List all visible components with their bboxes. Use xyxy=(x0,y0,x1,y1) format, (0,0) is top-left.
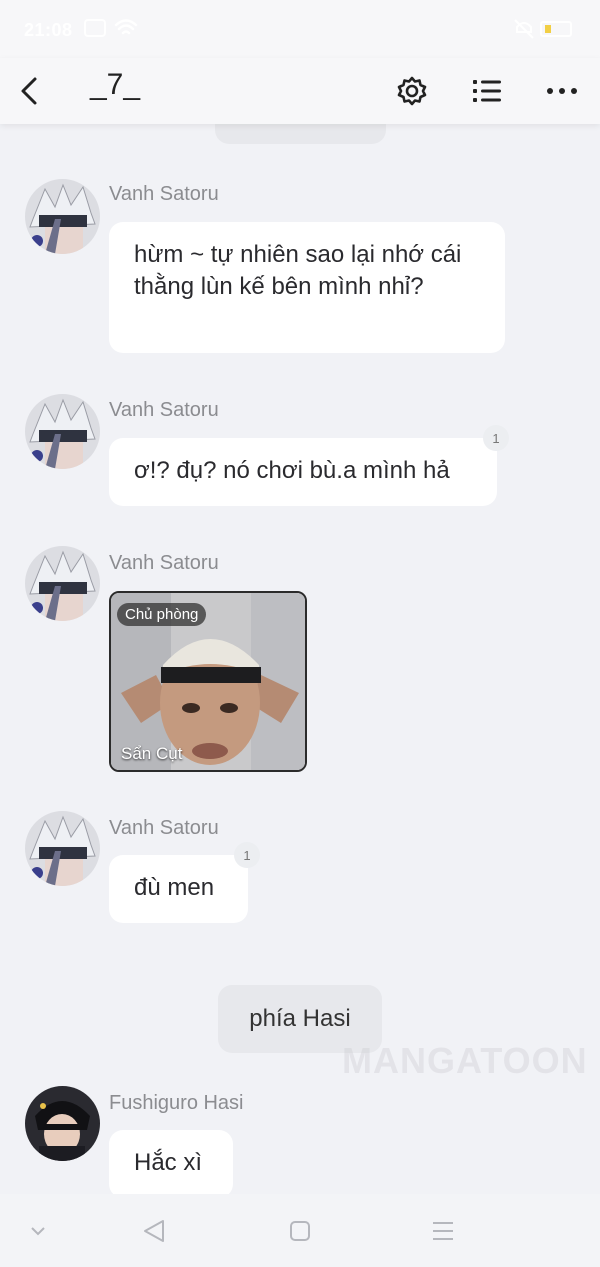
battery-icon xyxy=(540,21,572,37)
owner-tag: Chủ phòng xyxy=(117,603,207,626)
avatar[interactable] xyxy=(25,546,100,621)
message-bubble[interactable]: Hắc xì xyxy=(109,1130,233,1194)
status-time: 21:08 xyxy=(24,20,73,40)
avatar[interactable] xyxy=(25,179,100,254)
message-bubble[interactable]: ơ!? đụ? nó chơi bù.a mình hả xyxy=(109,438,497,506)
read-count-badge: 1 xyxy=(234,842,260,868)
partial-message-bubble xyxy=(215,124,386,144)
nav-menu-icon xyxy=(433,1222,453,1240)
sender-name: Vanh Satoru xyxy=(109,817,219,839)
chat-title: _7_ xyxy=(90,68,141,101)
chevron-down-icon xyxy=(31,1227,45,1236)
nav-menu-button[interactable] xyxy=(423,1214,463,1248)
system-nav-bar xyxy=(0,1194,600,1267)
hide-nav-button[interactable] xyxy=(18,1214,58,1248)
wifi-icon xyxy=(114,19,138,35)
sender-name: Vanh Satoru xyxy=(109,399,219,421)
nav-back-icon xyxy=(144,1220,164,1242)
sender-name: Fushiguro Hasi xyxy=(109,1092,244,1114)
sender-name: Vanh Satoru xyxy=(109,183,219,205)
nav-home-button[interactable] xyxy=(280,1214,320,1248)
notification-icon xyxy=(84,19,106,37)
chat-list[interactable]: Vanh Satoru hừm ~ tự nhiên sao lại nhớ c… xyxy=(0,124,600,1194)
read-count-badge: 1 xyxy=(483,425,509,451)
nav-back-button[interactable] xyxy=(134,1214,174,1248)
chat-header: _7_ xyxy=(0,58,600,124)
status-bar: 21:08 xyxy=(0,0,600,58)
nav-home-icon xyxy=(290,1221,310,1241)
gear-icon xyxy=(397,76,427,106)
sender-name: Vanh Satoru xyxy=(109,552,219,574)
more-button[interactable] xyxy=(542,66,582,116)
list-icon xyxy=(473,80,501,102)
avatar[interactable] xyxy=(25,1086,100,1161)
back-icon xyxy=(21,77,37,105)
avatar[interactable] xyxy=(25,811,100,886)
message-bubble[interactable]: hừm ~ tự nhiên sao lại nhớ cái thằng lùn… xyxy=(109,222,505,353)
image-message[interactable]: Chủ phòng Sẩn Cụt xyxy=(109,591,307,772)
settings-button[interactable] xyxy=(392,66,432,116)
list-button[interactable] xyxy=(467,66,507,116)
avatar[interactable] xyxy=(25,394,100,469)
watermark: MANGATOON xyxy=(342,1040,588,1081)
image-caption: Sẩn Cụt xyxy=(121,744,183,763)
message-bubble[interactable]: đù men xyxy=(109,855,248,923)
back-button[interactable] xyxy=(14,66,44,116)
more-icon xyxy=(547,88,577,94)
mute-icon xyxy=(514,19,534,39)
